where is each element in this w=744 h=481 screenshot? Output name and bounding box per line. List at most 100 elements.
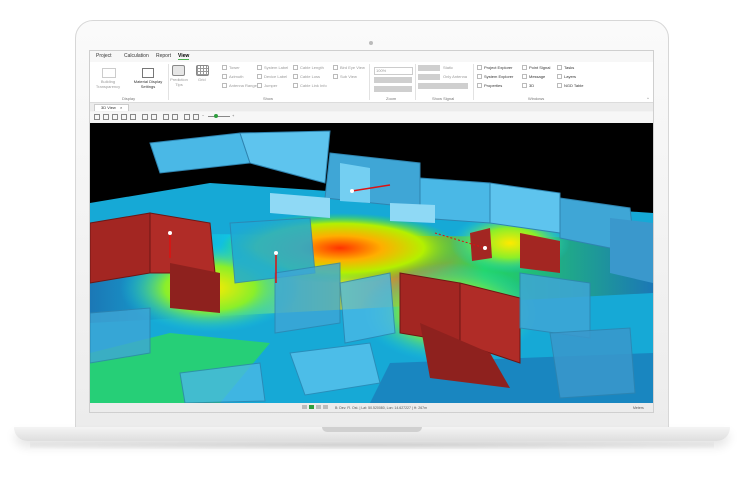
tab-calculation[interactable]: Calculation bbox=[124, 53, 149, 59]
close-icon[interactable]: × bbox=[120, 105, 122, 110]
window-properties[interactable]: Properties bbox=[477, 83, 502, 89]
rotate-tool-icon[interactable] bbox=[112, 114, 118, 120]
group-label-show-signal: Show Signal bbox=[432, 96, 455, 101]
wall-segment bbox=[339, 272, 396, 344]
view-preset-icon[interactable] bbox=[323, 405, 328, 409]
zoom-slider-handle[interactable] bbox=[214, 114, 218, 118]
tower-checkbox[interactable] bbox=[222, 65, 227, 71]
ribbon-separator bbox=[473, 64, 474, 100]
ribbon-separator bbox=[415, 64, 416, 100]
show-cable-length[interactable]: Cable Length bbox=[293, 65, 324, 71]
wall-segment bbox=[390, 203, 435, 223]
zoom-slider[interactable] bbox=[208, 116, 230, 117]
group-label-display: Display bbox=[122, 96, 136, 101]
signal-mode-button[interactable] bbox=[418, 65, 440, 71]
collapse-ribbon-icon[interactable]: ^ bbox=[647, 96, 649, 101]
antenna-marker[interactable] bbox=[274, 251, 278, 255]
cable-link-info-checkbox[interactable] bbox=[293, 83, 298, 89]
show-azimuth[interactable]: Azimuth bbox=[222, 74, 243, 80]
cable-length-checkbox[interactable] bbox=[293, 65, 298, 71]
window-system-explorer[interactable]: System Explorer bbox=[477, 74, 514, 80]
material-display-settings-button[interactable]: Material Display Settings bbox=[130, 79, 166, 89]
show-cable-link-info[interactable]: Cable Link Info bbox=[293, 83, 327, 89]
wall-segment bbox=[90, 307, 151, 364]
tab-3d-view[interactable]: 3D View × bbox=[94, 104, 130, 111]
view-mode-icon[interactable] bbox=[151, 114, 157, 120]
select-tool-icon[interactable] bbox=[94, 114, 100, 120]
wall-segment bbox=[610, 218, 653, 283]
show-system-label[interactable]: System Label bbox=[257, 65, 288, 71]
window-tasks[interactable]: Tasks bbox=[557, 65, 574, 71]
jumper-checkbox[interactable] bbox=[257, 83, 262, 89]
system-explorer-label: System Explorer bbox=[484, 74, 514, 79]
zoom-in-button[interactable] bbox=[374, 77, 412, 83]
window-project-explorer[interactable]: Project Explorer bbox=[477, 65, 512, 71]
light-icon[interactable] bbox=[172, 114, 178, 120]
settings-icon[interactable] bbox=[193, 114, 199, 120]
webcam bbox=[369, 41, 373, 45]
zoom-select[interactable]: 100% bbox=[374, 67, 413, 75]
antenna-marker[interactable] bbox=[168, 231, 172, 235]
static-option[interactable]: Static bbox=[443, 65, 453, 70]
device-label-label: Device Label bbox=[264, 74, 288, 79]
3d-label: 3D bbox=[529, 83, 535, 88]
signal-antenna-button[interactable] bbox=[418, 74, 440, 80]
export-icon[interactable] bbox=[184, 114, 190, 120]
show-tower[interactable]: Tower bbox=[222, 65, 240, 71]
window-point-signal[interactable]: Point Signal bbox=[522, 65, 550, 71]
window-layers[interactable]: Layers bbox=[557, 74, 576, 80]
device-label-checkbox[interactable] bbox=[257, 74, 262, 80]
ngd-table-icon bbox=[557, 83, 562, 89]
antenna-range-checkbox[interactable] bbox=[222, 83, 227, 89]
zoom-in-icon[interactable]: + bbox=[232, 113, 234, 118]
grid-button[interactable]: Grid bbox=[198, 77, 206, 82]
prediction-tips-button[interactable]: Prediction Tips bbox=[170, 77, 188, 87]
group-label-zoom: Zoom bbox=[386, 96, 397, 101]
zoom-out-button[interactable] bbox=[374, 86, 412, 92]
sub-view-checkbox[interactable] bbox=[333, 74, 338, 80]
units-label: Meters bbox=[633, 406, 644, 410]
azimuth-checkbox[interactable] bbox=[222, 74, 227, 80]
coordinate-readout: B: Dev. Fl. Ost. | Lat: 50.520080, Lon: … bbox=[335, 406, 428, 410]
window-ngd-table[interactable]: NGD Table bbox=[557, 83, 584, 89]
signal-level-button[interactable] bbox=[418, 83, 468, 89]
building-transparency-button[interactable]: Building Transparency bbox=[95, 79, 121, 89]
show-cable-loss[interactable]: Cable Loss bbox=[293, 74, 320, 80]
view-toolbar: − + bbox=[90, 112, 653, 120]
project-explorer-icon bbox=[477, 65, 482, 71]
system-label-checkbox[interactable] bbox=[257, 65, 262, 71]
view-preset-icon[interactable] bbox=[302, 405, 307, 409]
window-message[interactable]: Message bbox=[522, 74, 545, 80]
show-sub-view[interactable]: Sub View bbox=[333, 74, 357, 80]
tab-project[interactable]: Project bbox=[96, 53, 112, 59]
cable-length-label: Cable Length bbox=[300, 65, 324, 70]
tab-report[interactable]: Report bbox=[156, 53, 171, 59]
3d-icon bbox=[522, 83, 527, 89]
tab-view[interactable]: View bbox=[178, 53, 190, 60]
layer-toggle-icon[interactable] bbox=[142, 114, 148, 120]
show-bird-eye-view[interactable]: Bird Eye View bbox=[333, 65, 365, 71]
view-preset-icon[interactable] bbox=[309, 405, 314, 409]
antenna-marker[interactable] bbox=[350, 189, 354, 193]
material-display-icon bbox=[142, 68, 154, 78]
wall-segment bbox=[340, 163, 370, 203]
pan-tool-icon[interactable] bbox=[103, 114, 109, 120]
show-jumper[interactable]: Jumper bbox=[257, 83, 277, 89]
zoom-out-icon[interactable]: − bbox=[202, 113, 204, 118]
ribbon-separator bbox=[369, 64, 370, 100]
cable-loss-checkbox[interactable] bbox=[293, 74, 298, 80]
show-antenna-range[interactable]: Antenna Range bbox=[222, 83, 257, 89]
move-tool-icon[interactable] bbox=[121, 114, 127, 120]
view-preset-icon[interactable] bbox=[316, 405, 321, 409]
window-3d[interactable]: 3D bbox=[522, 83, 535, 89]
antenna-marker[interactable] bbox=[483, 246, 487, 250]
measure-tool-icon[interactable] bbox=[130, 114, 136, 120]
bird-eye-view-checkbox[interactable] bbox=[333, 65, 338, 71]
3d-viewport[interactable] bbox=[90, 123, 653, 403]
layers-icon bbox=[557, 74, 562, 80]
building-transparency-icon bbox=[102, 68, 116, 78]
show-device-label[interactable]: Device Label bbox=[257, 74, 288, 80]
camera-icon[interactable] bbox=[163, 114, 169, 120]
only-antenna-option[interactable]: Only Antenna bbox=[443, 74, 467, 79]
signal-heatmap-3d[interactable] bbox=[90, 123, 653, 403]
